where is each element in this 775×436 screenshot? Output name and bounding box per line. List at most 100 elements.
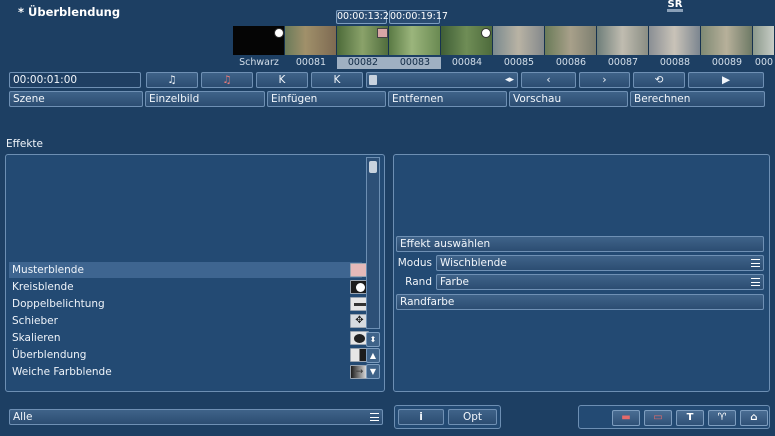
timeline-label-selected: 00083 — [389, 57, 441, 69]
scroll-updown-button[interactable]: ⬍ — [366, 332, 380, 347]
timeline-thumb-00086[interactable] — [545, 26, 597, 55]
play-button[interactable]: ▶ — [688, 72, 764, 88]
timecode-out: 00:00:19:17 — [389, 10, 448, 24]
go-start-button[interactable]: K — [256, 72, 308, 88]
select-effect-button[interactable]: Effekt auswählen — [396, 236, 764, 252]
timeline-thumb-black[interactable] — [233, 26, 285, 55]
home-icon: ⌂ — [750, 412, 758, 423]
timeline-thumb-00084[interactable] — [441, 26, 493, 55]
remove-button[interactable]: Entfernen — [388, 91, 507, 107]
timeline-thumb-00081[interactable] — [285, 26, 337, 55]
page-title: * Überblendung — [18, 5, 121, 19]
step-back-button[interactable]: ‹ — [521, 72, 576, 88]
audio-red-button[interactable]: ♫ — [201, 72, 253, 88]
timeline-thumb-00082[interactable] — [337, 26, 389, 55]
list-item-crossfade[interactable]: Überblendung — [9, 347, 369, 363]
menu-icon — [370, 413, 379, 421]
music-note-red-icon: ♫ — [222, 74, 232, 86]
effects-tool-button[interactable]: ▭ — [644, 410, 672, 426]
effect-settings-panel — [393, 154, 770, 392]
effects-heading: Effekte — [6, 138, 43, 150]
music-note-icon: ♫ — [167, 74, 177, 86]
mode-select[interactable]: Wischblende — [436, 255, 764, 271]
timeline-thumb-00085[interactable] — [493, 26, 545, 55]
tools-icon: ♈ — [717, 412, 727, 423]
timeline-thumb-00088[interactable] — [649, 26, 701, 55]
mode-value: Wischblende — [440, 257, 507, 269]
timeline-label: 00089 — [711, 57, 743, 68]
jog-slider[interactable]: ◂▸ — [366, 72, 518, 88]
timeline-thumb-next[interactable] — [753, 26, 775, 55]
go-end-button[interactable]: K — [311, 72, 363, 88]
fade-icon — [274, 28, 284, 38]
chevron-down-icon: ▼ — [369, 367, 377, 376]
edge-value: Farbe — [440, 276, 469, 288]
duration-field[interactable]: 00:00:01:00 — [9, 72, 141, 88]
timeline-label: 00088 — [659, 57, 691, 68]
effects-scrollbar[interactable] — [366, 157, 380, 329]
timeline-label: Schwarz — [239, 57, 279, 68]
blob-glyph — [354, 334, 365, 343]
menu-icon — [751, 259, 760, 267]
play-icon: ▶ — [721, 74, 731, 86]
preview-button[interactable]: Vorschau — [509, 91, 628, 107]
single-frame-button[interactable]: Einzelbild — [145, 91, 265, 107]
edge-color-button[interactable]: Randfarbe — [396, 294, 764, 310]
effect-red-icon: ▭ — [653, 412, 663, 423]
audio-button[interactable]: ♫ — [146, 72, 198, 88]
render-button[interactable]: Berechnen — [630, 91, 765, 107]
chevron-right-icon: › — [602, 74, 607, 86]
timeline-label: 00084 — [451, 57, 483, 68]
list-item-label: Weiche Farbblende — [12, 366, 112, 378]
timeline-thumb-00083[interactable] — [389, 26, 441, 55]
timeline-label-selected: 00082 — [337, 57, 389, 69]
list-item-label: Schieber — [12, 315, 58, 327]
loop-button[interactable]: ⟲ — [633, 72, 685, 88]
scroll-up-button[interactable]: ▲ — [366, 348, 380, 363]
home-button[interactable]: ⌂ — [740, 410, 768, 426]
timeline-label: 00087 — [607, 57, 639, 68]
circle-glyph — [356, 283, 365, 292]
text-t-icon: T — [686, 412, 694, 423]
timeline-label: 00085 — [503, 57, 535, 68]
list-item-label: Musterblende — [12, 264, 84, 276]
loop-icon: ⟲ — [654, 74, 664, 86]
tools-button[interactable]: ♈ — [708, 410, 736, 426]
timeline-label: 000 — [754, 57, 774, 68]
list-item-slide[interactable]: Schieber ✥ — [9, 313, 369, 329]
scroll-down-button[interactable]: ▼ — [366, 364, 380, 379]
info-button[interactable]: i — [398, 409, 444, 425]
timecode-in: 00:00:13:23 — [336, 10, 395, 24]
timeline-label: 00086 — [555, 57, 587, 68]
list-item-soft-color-fade[interactable]: Weiche Farbblende → — [9, 364, 369, 380]
chevron-up-icon: ▲ — [369, 351, 377, 360]
pattern-wipe-icon — [377, 28, 388, 38]
options-button[interactable]: Opt — [448, 409, 497, 425]
step-forward-button[interactable]: › — [579, 72, 630, 88]
insert-button[interactable]: Einfügen — [267, 91, 386, 107]
updown-arrows-icon: ⬍ — [369, 335, 377, 344]
timeline-thumb-00089[interactable] — [701, 26, 753, 55]
jog-arrows-icon: ◂▸ — [504, 75, 514, 85]
slider-handle[interactable] — [369, 75, 377, 85]
circle-wipe-icon — [481, 28, 491, 38]
title-button[interactable]: T — [676, 410, 704, 426]
chevron-left-icon: ‹ — [546, 74, 551, 86]
list-item-scale[interactable]: Skalieren — [9, 330, 369, 346]
skip-forward-icon: K — [333, 74, 341, 86]
edge-select[interactable]: Farbe — [436, 274, 764, 290]
list-item-circle-wipe[interactable]: Kreisblende — [9, 279, 369, 295]
skip-back-icon: K — [278, 74, 286, 86]
scrollbar-thumb[interactable] — [369, 161, 377, 173]
timeline-thumb-00087[interactable] — [597, 26, 649, 55]
list-item-double-exposure[interactable]: Doppelbelichtung — [9, 296, 369, 312]
list-item-label: Überblendung — [12, 349, 87, 361]
timeline-label: 00081 — [295, 57, 327, 68]
bar-glyph — [354, 303, 366, 306]
menu-icon — [751, 278, 760, 286]
list-item-pattern-wipe[interactable]: Musterblende — [9, 262, 369, 278]
filter-select[interactable]: Alle — [9, 409, 383, 425]
list-item-label: Doppelbelichtung — [12, 298, 105, 310]
storyboard-button[interactable]: ▬ — [612, 410, 640, 426]
scene-button[interactable]: Szene — [9, 91, 143, 107]
